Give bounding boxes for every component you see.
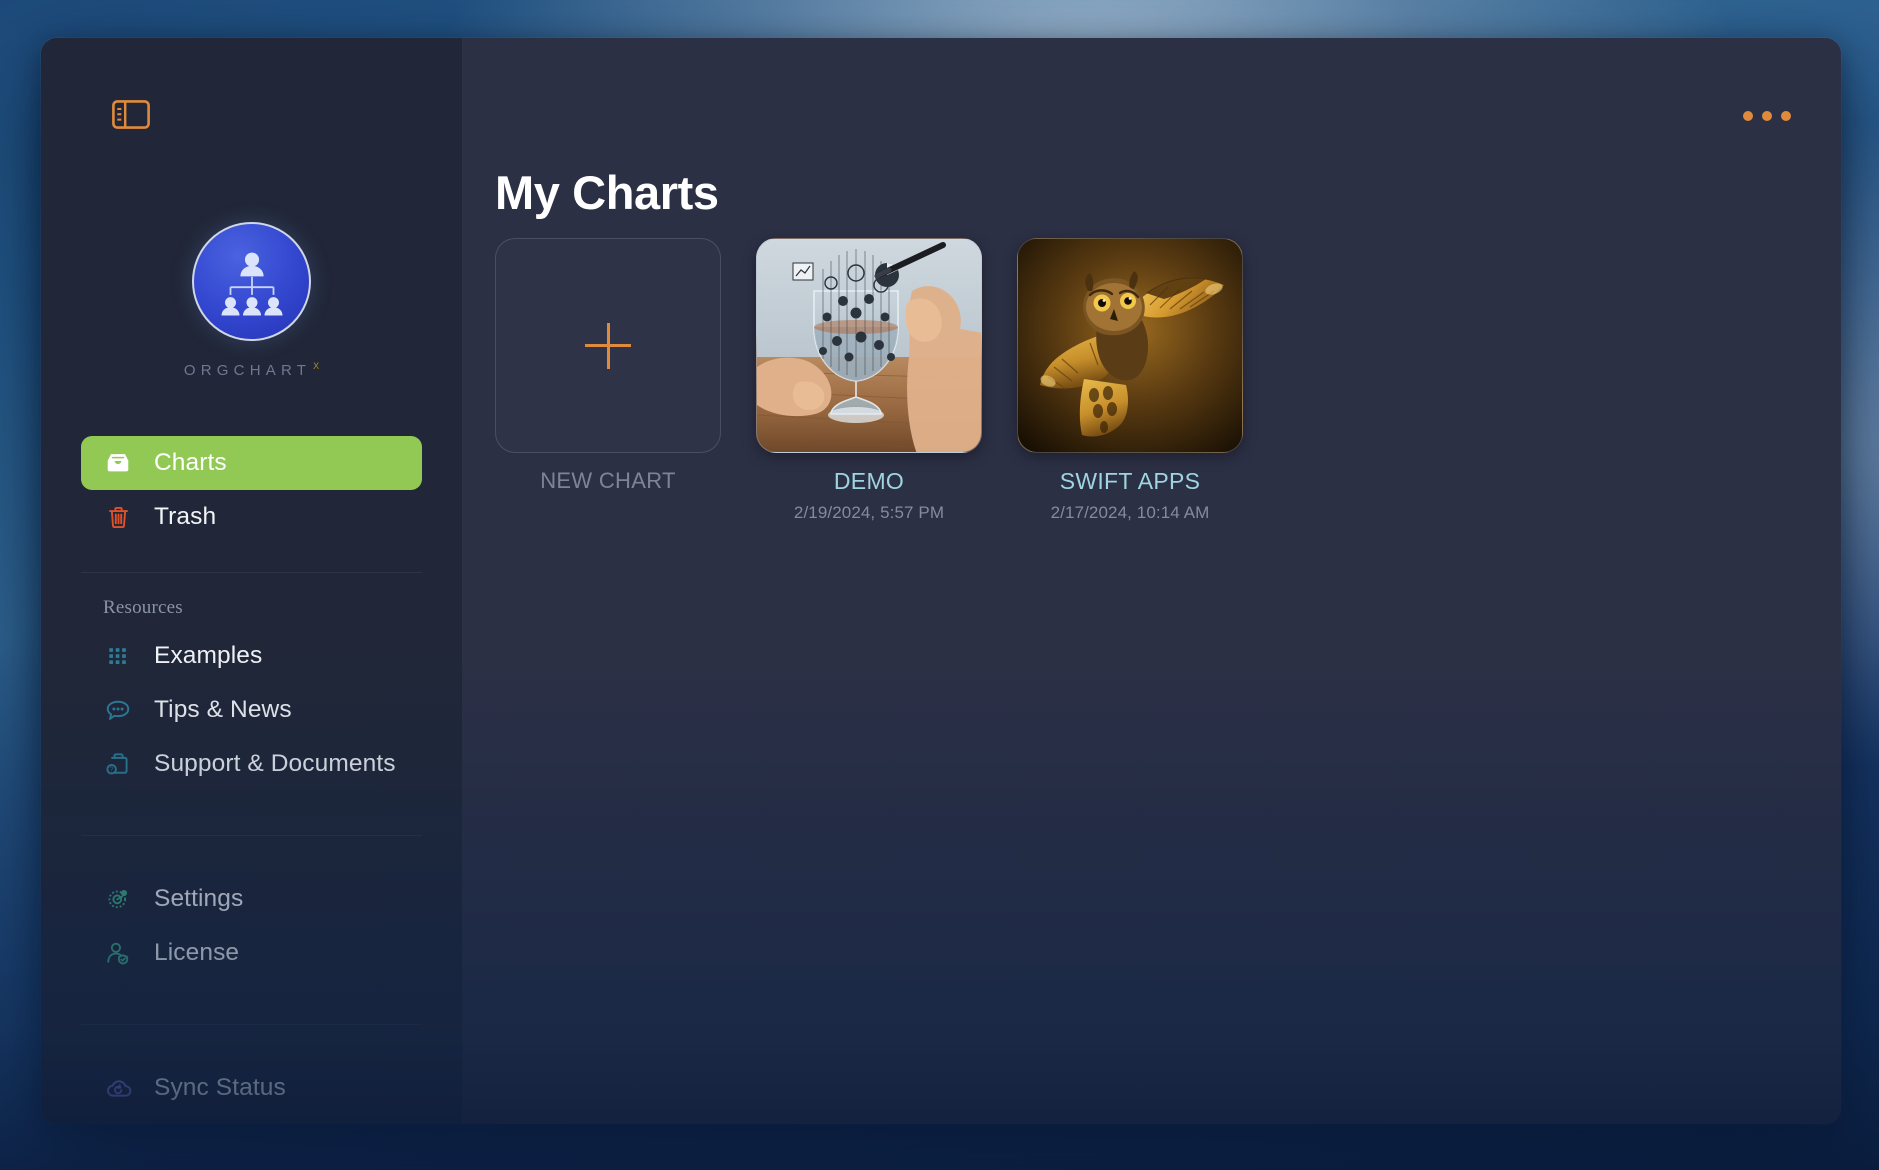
trash-glyph [108, 506, 128, 528]
sidebar-item-charts[interactable]: Charts [81, 436, 422, 490]
app-window: ORGCHART X Charts Trash Resources Exampl… [41, 38, 1841, 1124]
orgchart-app-icon [192, 222, 311, 341]
brand-wordmark-text: ORGCHART [183, 362, 312, 379]
sidebar-item-label: Tips & News [154, 696, 292, 723]
chart-card-demo[interactable]: DEMO 2/19/2024, 5:57 PM [756, 238, 982, 523]
org-hierarchy-glyph [220, 252, 283, 316]
gear-glyph [108, 889, 128, 909]
sidebar-item-label: Examples [154, 642, 263, 669]
card-label: DEMO [833, 468, 905, 494]
person-verified-icon [103, 938, 133, 968]
sidebar-item-label: Sync Status [154, 1074, 286, 1101]
brand-wordmark: ORGCHART X [184, 361, 319, 379]
card-label: SWIFT APPS [1059, 468, 1201, 494]
sidebar-divider [81, 835, 422, 836]
person-verified-glyph [107, 942, 129, 965]
sidebar-item-label: Settings [154, 885, 244, 912]
sidebar-item-label: License [154, 939, 240, 966]
gear-icon [103, 884, 133, 914]
new-chart-thumbnail[interactable] [495, 238, 721, 453]
sidebar-item-label: Trash [154, 503, 217, 530]
sidebar-item-support-and-documents[interactable]: ? Support & Documents [81, 737, 422, 791]
card-label: NEW CHART [540, 468, 676, 493]
sidebar-item-license[interactable]: License [81, 926, 422, 980]
grid-dots-glyph [109, 648, 126, 664]
card-date: 2/19/2024, 5:57 PM [793, 503, 945, 522]
sidebar: ORGCHART X Charts Trash Resources Exampl… [41, 38, 463, 1124]
sidebar-item-label: Support & Documents [154, 750, 396, 777]
owl-illustration [1018, 239, 1242, 452]
sidebar-toggle-icon[interactable] [112, 100, 150, 129]
ellipsis-dot [1762, 111, 1772, 121]
sidebar-divider [81, 1024, 422, 1025]
sidebar-toggle-glyph [112, 100, 150, 129]
sidebar-item-settings[interactable]: Settings [81, 872, 422, 926]
owl-thumbnail[interactable] [1017, 238, 1243, 453]
brand-block: ORGCHART X [41, 222, 462, 380]
speech-bubble-glyph [106, 700, 130, 720]
card-date: 2/17/2024, 10:14 AM [1050, 503, 1210, 522]
sidebar-divider [81, 572, 422, 573]
sidebar-group-title-resources: Resources [103, 597, 183, 618]
desktop-background: ORGCHART X Charts Trash Resources Exampl… [0, 0, 1879, 1170]
chart-glass-illustration [757, 239, 981, 452]
sidebar-item-trash[interactable]: Trash [81, 490, 422, 544]
grid-dots-icon [103, 641, 133, 671]
chart-grid: NEW CHART DEMO 2/19/2024, 5:57 PM SWIFT … [495, 238, 1801, 523]
ellipsis-dot [1781, 111, 1791, 121]
inbox-tray-glyph [107, 454, 129, 472]
svg-text:?: ? [110, 766, 114, 774]
ellipsis-icon[interactable] [1735, 103, 1799, 129]
sidebar-item-tips-and-news[interactable]: Tips & News [81, 683, 422, 737]
cloud-sync-icon [103, 1073, 133, 1103]
chart-card-swift-apps[interactable]: SWIFT APPS 2/17/2024, 10:14 AM [1017, 238, 1243, 523]
new-chart-card[interactable]: NEW CHART [495, 238, 721, 523]
briefcase-question-icon: ? [103, 749, 133, 779]
page-title: My Charts [495, 166, 719, 220]
briefcase-question-glyph: ? [106, 753, 128, 775]
cloud-sync-glyph [106, 1079, 131, 1097]
ellipsis-dot [1743, 111, 1753, 121]
plus-icon [585, 322, 631, 369]
sidebar-item-examples[interactable]: Examples [81, 629, 422, 683]
inbox-tray-icon [103, 448, 133, 478]
speech-bubble-icon [103, 695, 133, 725]
main-content: My Charts NEW CHART DEMO 2/19/2024, 5:57… [463, 38, 1841, 1124]
trash-icon [103, 502, 133, 532]
sidebar-item-sync-status[interactable]: Sync Status [81, 1061, 422, 1115]
chart-glass-thumbnail[interactable] [756, 238, 982, 453]
sidebar-nav: Charts Trash Resources Examples Tips & N… [41, 436, 462, 1124]
brand-superscript: X [313, 361, 320, 371]
sidebar-item-label: Charts [154, 449, 227, 476]
